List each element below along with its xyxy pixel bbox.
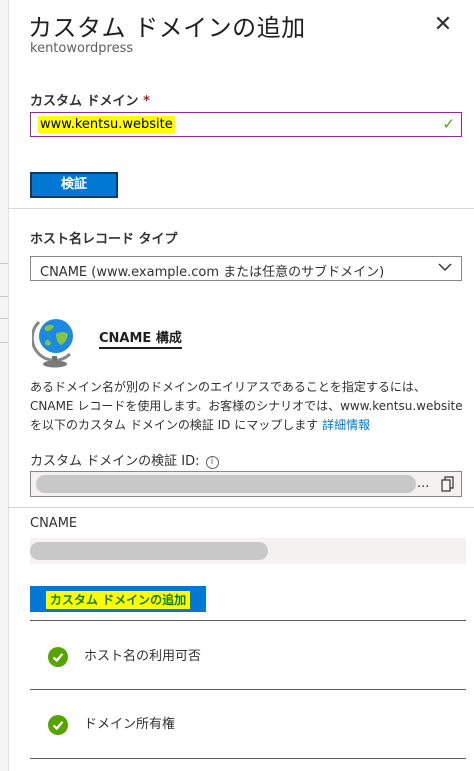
custom-domain-label: カスタム ドメイン * bbox=[30, 90, 150, 109]
background-divider bbox=[0, 342, 8, 343]
custom-domain-value: www.kentsu.website bbox=[38, 116, 175, 133]
custom-domain-input[interactable]: www.kentsu.website ✓ bbox=[30, 112, 462, 137]
add-custom-domain-label: カスタム ドメインの追加 bbox=[45, 591, 191, 609]
status-domain-ownership: ドメイン所有権 bbox=[48, 713, 175, 735]
custom-domain-label-text: カスタム ドメイン bbox=[30, 94, 139, 109]
globe-icon bbox=[32, 319, 73, 368]
record-type-selected: CNAME (www.example.com または任意のサブドメイン) bbox=[40, 265, 385, 280]
required-mark: * bbox=[143, 94, 150, 109]
record-type-dropdown[interactable]: CNAME (www.example.com または任意のサブドメイン) bbox=[30, 256, 462, 281]
cname-description-text: あるドメイン名が別のドメインのエイリアスであることを指定するには、CNAME レ… bbox=[30, 380, 463, 432]
status-divider bbox=[30, 689, 466, 690]
status-hostname-availability: ホスト名の利用可否 bbox=[48, 645, 201, 667]
panel-title: カスタム ドメインの追加 bbox=[28, 14, 306, 42]
background-divider bbox=[0, 318, 8, 319]
truncation-ellipsis: ... bbox=[417, 476, 430, 491]
redacted-value bbox=[30, 542, 268, 560]
redacted-value bbox=[36, 475, 416, 493]
copy-icon[interactable] bbox=[441, 476, 455, 492]
status-divider bbox=[30, 758, 466, 759]
record-type-label: ホスト名レコード タイプ bbox=[30, 232, 178, 247]
verification-id-field[interactable]: ... bbox=[30, 471, 462, 497]
verification-id-label: カスタム ドメインの検証 ID: i bbox=[30, 450, 219, 469]
learn-more-link[interactable]: 詳細情報 bbox=[322, 418, 370, 432]
close-icon[interactable]: ✕ bbox=[432, 14, 454, 36]
status-label: ホスト名の利用可否 bbox=[84, 649, 202, 664]
info-icon[interactable]: i bbox=[205, 456, 219, 469]
cname-description: あるドメイン名が別のドメインのエイリアスであることを指定するには、CNAME レ… bbox=[30, 378, 466, 435]
checkmark-icon: ✓ bbox=[442, 115, 455, 133]
cname-label: CNAME bbox=[30, 516, 78, 531]
background-blade-edge bbox=[0, 0, 9, 771]
verification-id-label-text: カスタム ドメインの検証 ID: bbox=[30, 454, 200, 469]
verify-button[interactable]: 検証 bbox=[30, 172, 118, 198]
section-divider bbox=[8, 208, 474, 209]
section-divider bbox=[8, 507, 474, 508]
add-custom-domain-button[interactable]: カスタム ドメインの追加 bbox=[30, 586, 206, 612]
chevron-down-icon bbox=[438, 263, 452, 271]
checkmark-circle-icon bbox=[48, 714, 68, 735]
status-divider bbox=[30, 620, 466, 621]
checkmark-circle-icon bbox=[48, 646, 68, 667]
status-label: ドメイン所有権 bbox=[84, 717, 176, 732]
background-divider bbox=[0, 296, 8, 297]
cname-value-field bbox=[30, 538, 466, 564]
panel-subtitle: kentowordpress bbox=[30, 41, 134, 56]
cname-section-heading: CNAME 構成 bbox=[99, 327, 182, 349]
background-divider bbox=[0, 263, 8, 264]
